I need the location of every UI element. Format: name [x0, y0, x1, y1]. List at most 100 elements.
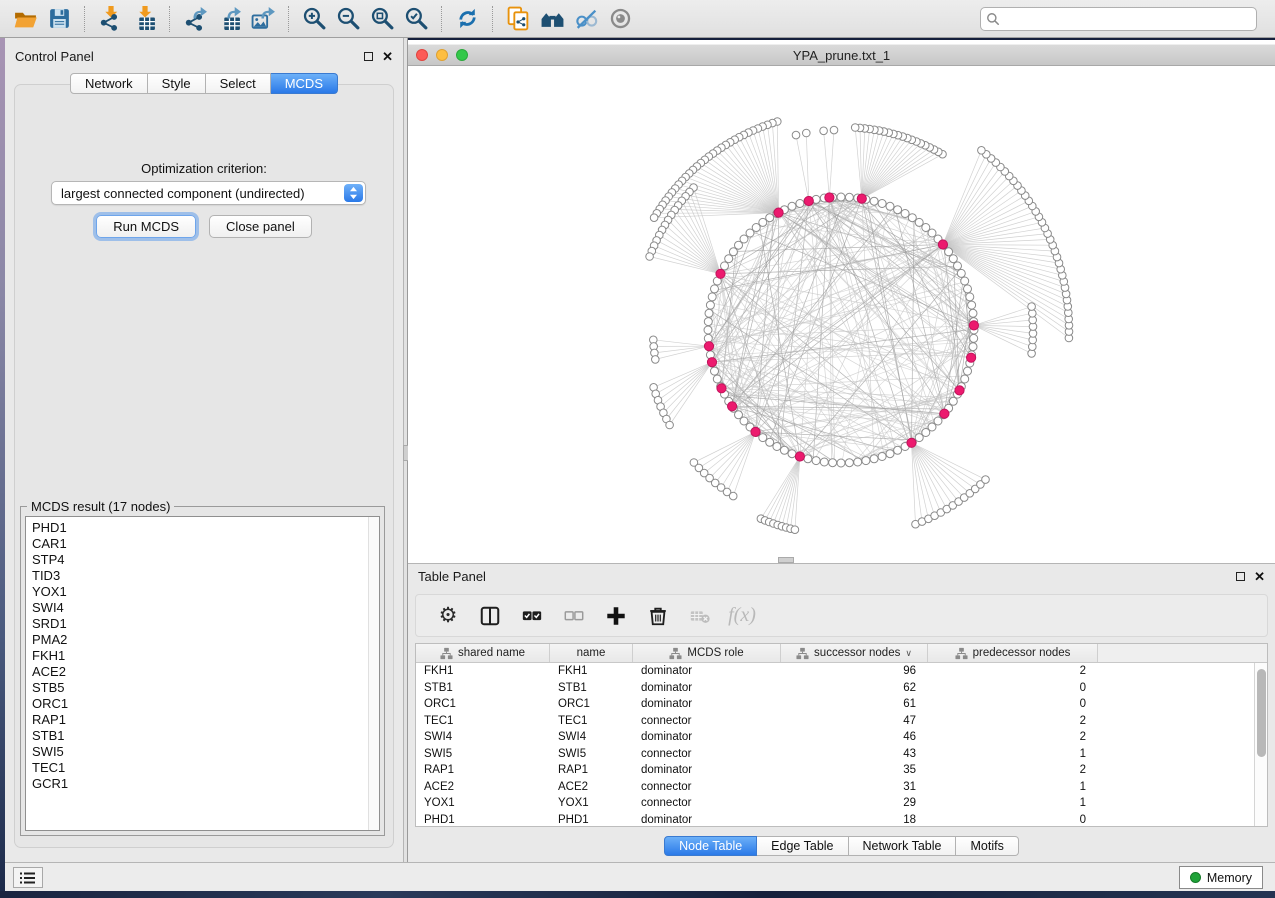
add-column-icon[interactable]: [598, 599, 634, 633]
float-panel-icon[interactable]: [364, 52, 373, 61]
run-mcds-button[interactable]: Run MCDS: [96, 215, 196, 238]
cell-predecessors: 0: [928, 814, 1098, 826]
export-network-icon[interactable]: [178, 4, 212, 34]
cell-name: TEC1: [550, 715, 633, 727]
memory-button-label: Memory: [1207, 871, 1252, 885]
cell-predecessors: 1: [928, 797, 1098, 809]
cell-successors: 35: [781, 764, 928, 776]
tab-network[interactable]: Network: [70, 73, 148, 94]
mcds-result-item[interactable]: CAR1: [32, 536, 379, 552]
table-scrollbar[interactable]: [1254, 663, 1267, 826]
cell-shared: ORC1: [416, 698, 550, 710]
table-row[interactable]: YOX1YOX1connector291: [416, 795, 1267, 812]
show-visual-icon[interactable]: [603, 4, 637, 34]
column-header-name[interactable]: name: [550, 644, 633, 662]
settings-gear-icon[interactable]: ⚙: [430, 599, 466, 633]
search-input[interactable]: [980, 7, 1257, 31]
mcds-result-item[interactable]: PMA2: [32, 632, 379, 648]
delete-column-icon[interactable]: [640, 599, 676, 633]
mcds-result-item[interactable]: FKH1: [32, 648, 379, 664]
zoom-out-icon[interactable]: [331, 4, 365, 34]
cell-role: connector: [633, 781, 781, 793]
task-history-button[interactable]: [13, 867, 43, 888]
column-header-predecessor-nodes[interactable]: predecessor nodes: [928, 644, 1098, 662]
select-stepper-icon: [344, 184, 363, 202]
mcds-result-item[interactable]: GCR1: [32, 776, 379, 792]
zoom-selected-icon[interactable]: [399, 4, 433, 34]
table-row[interactable]: TEC1TEC1connector472: [416, 713, 1267, 730]
sort-indicator-icon: ∨: [905, 648, 912, 659]
hide-visual-icon[interactable]: [569, 4, 603, 34]
float-table-panel-icon[interactable]: [1236, 572, 1245, 581]
cell-successors: 46: [781, 731, 928, 743]
table-row[interactable]: FKH1FKH1dominator962: [416, 663, 1267, 680]
tab-mcds[interactable]: MCDS: [271, 73, 338, 94]
optimization-criterion-value: largest connected component (undirected): [61, 186, 305, 201]
optimization-criterion-select[interactable]: largest connected component (undirected): [51, 181, 366, 205]
tab-select[interactable]: Select: [206, 73, 271, 94]
mcds-result-item[interactable]: RAP1: [32, 712, 379, 728]
cell-name: PHD1: [550, 814, 633, 826]
mcds-result-item[interactable]: ACE2: [32, 664, 379, 680]
column-header-shared-name[interactable]: shared name: [416, 644, 550, 662]
network-graph[interactable]: [408, 67, 1275, 563]
mcds-result-item[interactable]: SRD1: [32, 616, 379, 632]
deselect-all-checks-icon[interactable]: [556, 599, 592, 633]
toolbar-separator: [288, 6, 289, 32]
select-all-checks-icon[interactable]: [514, 599, 550, 633]
mcds-result-item[interactable]: YOX1: [32, 584, 379, 600]
import-network-icon[interactable]: [93, 4, 127, 34]
network-window-titlebar[interactable]: YPA_prune.txt_1: [408, 44, 1275, 66]
table-row[interactable]: PHD1PHD1dominator180: [416, 812, 1267, 828]
export-image-icon[interactable]: [246, 4, 280, 34]
share-document-icon[interactable]: [501, 4, 535, 34]
import-table-icon[interactable]: [127, 4, 161, 34]
mcds-result-item[interactable]: TEC1: [32, 760, 379, 776]
save-icon[interactable]: [42, 4, 76, 34]
cell-shared: ACE2: [416, 781, 550, 793]
mcds-result-list[interactable]: PHD1CAR1STP4TID3YOX1SWI4SRD1PMA2FKH1ACE2…: [25, 516, 380, 831]
mcds-result-item[interactable]: STP4: [32, 552, 379, 568]
desktop-background-bottom: [0, 891, 1275, 898]
show-columns-icon[interactable]: [472, 599, 508, 633]
open-file-icon[interactable]: [8, 4, 42, 34]
memory-button[interactable]: Memory: [1179, 866, 1263, 889]
refresh-layout-icon[interactable]: [450, 4, 484, 34]
mcds-result-item[interactable]: ORC1: [32, 696, 379, 712]
tab-network-table[interactable]: Network Table: [849, 836, 957, 856]
mcds-result-item[interactable]: SWI5: [32, 744, 379, 760]
export-table-icon[interactable]: [212, 4, 246, 34]
status-bar: Memory: [5, 862, 1275, 891]
cell-successors: 43: [781, 748, 928, 760]
toolbar-separator: [492, 6, 493, 32]
mcds-result-item[interactable]: TID3: [32, 568, 379, 584]
table-scrollbar-thumb[interactable]: [1257, 669, 1266, 757]
tab-style[interactable]: Style: [148, 73, 206, 94]
column-header-MCDS-role[interactable]: MCDS role: [633, 644, 781, 662]
close-table-panel-icon[interactable]: ✕: [1254, 572, 1265, 581]
table-row[interactable]: ORC1ORC1dominator610: [416, 696, 1267, 713]
toolbar-separator: [441, 6, 442, 32]
zoom-fit-icon[interactable]: [365, 4, 399, 34]
tab-node-table[interactable]: Node Table: [664, 836, 757, 856]
cell-successors: 18: [781, 814, 928, 826]
tab-motifs[interactable]: Motifs: [956, 836, 1018, 856]
mcds-result-item[interactable]: STB1: [32, 728, 379, 744]
column-header-successor-nodes[interactable]: successor nodes∨: [781, 644, 928, 662]
table-row[interactable]: STB1STB1dominator620: [416, 680, 1267, 697]
close-panel-button[interactable]: Close panel: [209, 215, 312, 238]
zoom-in-icon[interactable]: [297, 4, 331, 34]
mcds-result-item[interactable]: PHD1: [32, 520, 379, 536]
mcds-list-scrollbar[interactable]: [368, 517, 379, 830]
table-panel: Table Panel ✕ ⚙f(x) shared namenameMCDS …: [408, 563, 1275, 862]
network-canvas[interactable]: [408, 67, 1275, 563]
table-row[interactable]: RAP1RAP1dominator352: [416, 762, 1267, 779]
network-search-icon[interactable]: [535, 4, 569, 34]
table-row[interactable]: ACE2ACE2connector311: [416, 779, 1267, 796]
table-row[interactable]: SWI5SWI5connector431: [416, 746, 1267, 763]
tab-edge-table[interactable]: Edge Table: [757, 836, 848, 856]
table-row[interactable]: SWI4SWI4dominator462: [416, 729, 1267, 746]
mcds-result-item[interactable]: SWI4: [32, 600, 379, 616]
close-panel-icon[interactable]: ✕: [382, 52, 393, 61]
mcds-result-item[interactable]: STB5: [32, 680, 379, 696]
